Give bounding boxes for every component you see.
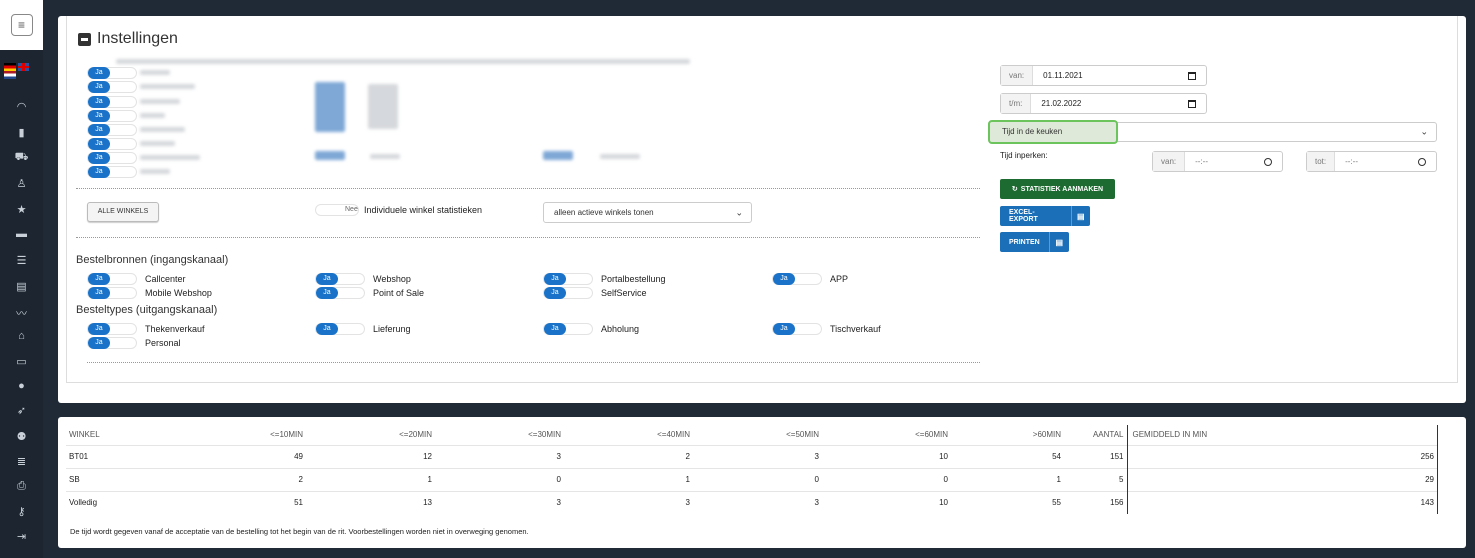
divider (87, 362, 980, 363)
toggle-selfservice[interactable]: Ja SelfService (543, 287, 647, 299)
store-toggle[interactable]: Ja (87, 152, 137, 164)
flag-de-nl-icon[interactable] (4, 63, 16, 79)
dashboard-icon[interactable]: ◠ (0, 100, 43, 113)
blurred-text (140, 155, 200, 160)
time-to-field[interactable]: tot: --:-- (1306, 151, 1437, 172)
toggle-lieferung[interactable]: Ja Lieferung (315, 323, 411, 335)
all-stores-button[interactable]: ALLE WINKELS (87, 202, 159, 222)
date-from-field[interactable]: van: 01.11.2021 (1000, 65, 1207, 86)
time-limit-label: Tijd inperken: (1000, 151, 1048, 160)
user-plus-icon[interactable]: ♙ (0, 177, 43, 190)
hamburger-icon[interactable]: ≡ (10, 14, 33, 36)
blurred-text (140, 141, 175, 146)
menu-toggle[interactable]: ≡ (0, 0, 43, 50)
blurred-text (140, 70, 170, 75)
table-header: WINKEL <=10MIN <=20MIN <=30MIN <=40MIN <… (66, 425, 1438, 445)
language-flags[interactable] (4, 63, 29, 79)
toggle-point-of-sale[interactable]: Ja Point of Sale (315, 287, 424, 299)
home-icon[interactable]: ⌂ (0, 330, 43, 342)
table-row: SB 2 1 0 1 0 0 1 5 29 (66, 467, 1438, 491)
toggle-portalbestellung[interactable]: Ja Portalbestellung (543, 273, 666, 285)
chevron-down-icon: ⌄ (1420, 126, 1428, 137)
blurred-text (600, 154, 640, 159)
table-row: BT01 49 12 3 2 3 10 54 151 256 (66, 444, 1438, 468)
active-stores-select[interactable]: alleen actieve winkels tonen ⌄ (543, 202, 752, 223)
results-table: WINKEL <=10MIN <=20MIN <=30MIN <=40MIN <… (66, 425, 1438, 514)
page-title: Instellingen (78, 30, 178, 48)
blurred-text (368, 84, 398, 129)
key-icon[interactable]: ⚷ (0, 505, 43, 518)
order-sources-title: Bestelbronnen (ingangskanaal) (76, 254, 229, 266)
refresh-icon: ↻ (1011, 186, 1018, 193)
date-to-field[interactable]: t/m: 21.02.2022 (1000, 93, 1207, 114)
print-icon[interactable]: ⎙ (0, 480, 43, 493)
blurred-text (370, 154, 400, 159)
blurred-text (140, 99, 180, 104)
toggle-webshop[interactable]: Ja Webshop (315, 273, 411, 285)
blurred-toggle (543, 151, 573, 160)
settings-panel (58, 16, 1466, 403)
logout-icon[interactable]: ⇥ (0, 530, 43, 543)
toggle-app[interactable]: Ja APP (772, 273, 848, 285)
database-icon[interactable]: ≣ (0, 455, 43, 468)
blurred-text (140, 169, 170, 174)
footnote: De tijd wordt gegeven vanaf de acceptati… (70, 527, 529, 536)
store-toggle[interactable]: Ja (87, 96, 137, 108)
file-icon: ▤ (1070, 206, 1090, 226)
excel-export-button[interactable]: EXCEL-EXPORT ▤ (1000, 206, 1090, 226)
book-icon[interactable]: ▤ (0, 280, 43, 293)
cart-icon[interactable]: ⛟ (0, 151, 43, 165)
blurred-text (140, 84, 195, 89)
calendar-icon[interactable] (1188, 99, 1196, 108)
toggle-personal[interactable]: Ja Personal (87, 337, 181, 349)
archive-icon[interactable]: ▬ (0, 228, 43, 240)
monitor-icon[interactable]: ▭ (0, 355, 43, 368)
toggle-thekenverkauf[interactable]: Ja Thekenverkauf (87, 323, 205, 335)
chevron-down-icon: ⌄ (735, 207, 743, 217)
calendar-icon[interactable] (1188, 71, 1196, 80)
store-toggle[interactable]: Ja (87, 166, 137, 178)
toggle-tischverkauf[interactable]: Ja Tischverkauf (772, 323, 881, 335)
settings-box-icon (78, 32, 91, 46)
blurred-toggles (315, 82, 345, 132)
blurred-header (116, 59, 690, 64)
toggle-abholung[interactable]: Ja Abholung (543, 323, 639, 335)
store-toggle[interactable]: Ja (87, 124, 137, 136)
blurred-toggle (315, 151, 345, 160)
store-toggle[interactable]: Ja (87, 138, 137, 150)
list-icon[interactable]: ☰ (0, 254, 43, 267)
trend-icon[interactable]: 〰 (0, 305, 43, 321)
rocket-icon[interactable]: ➶ (0, 404, 43, 417)
file-icon: ▤ (1048, 232, 1069, 252)
blurred-text (140, 113, 165, 118)
stat-type-selected[interactable]: Tijd in de keuken (988, 120, 1118, 144)
toggle-callcenter[interactable]: Ja Callcenter (87, 273, 186, 285)
clock-icon[interactable] (1264, 157, 1272, 166)
toggle-mobile-webshop[interactable]: Ja Mobile Webshop (87, 287, 212, 299)
order-types-title: Besteltypes (uitgangskanaal) (76, 304, 218, 316)
users-icon[interactable]: ⚉ (0, 430, 43, 443)
store-toggle[interactable]: Ja (87, 81, 137, 93)
divider (76, 237, 980, 238)
sidebar: ≡ ◠ ▮ ⛟ ♙ ★ ▬ ☰ ▤ 〰 ⌂ ▭ ● ➶ ⚉ ≣ ⎙ ⚷ ⇥ (0, 0, 43, 558)
individual-stats-toggle[interactable]: Nee Individuele winkel statistieken (315, 204, 482, 216)
star-icon[interactable]: ★ (0, 203, 43, 216)
create-statistics-button[interactable]: ↻ STATISTIEK AANMAKEN (1000, 179, 1115, 199)
table-row: Volledig 51 13 3 3 3 10 55 156 143 (66, 490, 1438, 514)
print-button[interactable]: PRINTEN ▤ (1000, 232, 1069, 252)
time-from-field[interactable]: van: --:-- (1152, 151, 1283, 172)
flag-uk-icon[interactable] (18, 63, 29, 71)
divider (76, 188, 980, 189)
clock-icon[interactable] (1418, 157, 1426, 166)
store-toggle[interactable]: Ja (87, 110, 137, 122)
user-icon[interactable]: ● (0, 380, 43, 392)
chart-icon[interactable]: ▮ (0, 126, 43, 139)
store-toggle[interactable]: Ja (87, 67, 137, 79)
blurred-text (140, 127, 185, 132)
